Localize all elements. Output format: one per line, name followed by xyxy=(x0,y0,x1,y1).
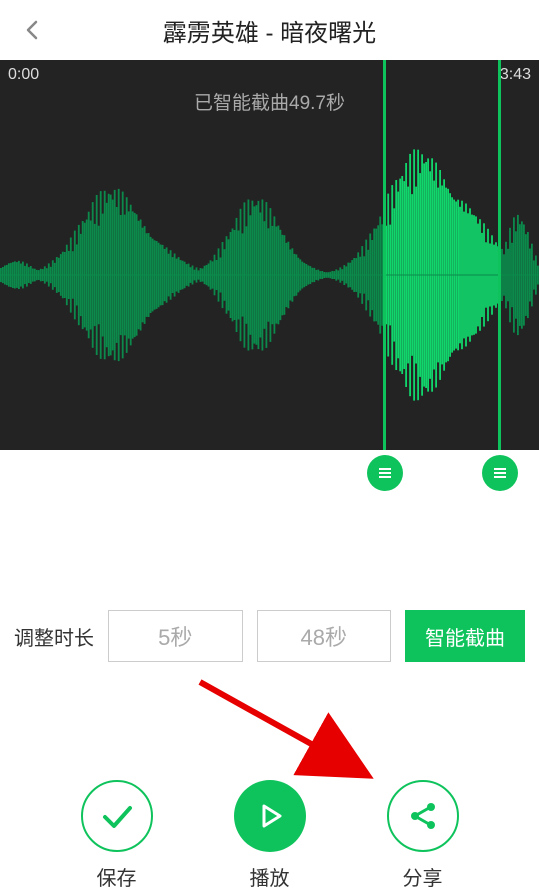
trim-handle-right[interactable] xyxy=(482,455,518,491)
selection-marker-right xyxy=(498,60,501,450)
save-label: 保存 xyxy=(97,862,137,891)
trim-handle-left[interactable] xyxy=(367,455,403,491)
share-button[interactable]: 分享 xyxy=(387,780,459,891)
check-icon xyxy=(81,780,153,852)
waveform-panel[interactable]: 0:00 3:43 已智能截曲49.7秒 xyxy=(0,60,539,450)
duration-label: 调整时长 xyxy=(14,622,94,651)
waveform-visual xyxy=(0,110,539,440)
selection-marker-left xyxy=(383,60,386,450)
page-title: 霹雳英雄 - 暗夜曙光 xyxy=(0,13,539,48)
grip-icon xyxy=(376,464,394,482)
save-button[interactable]: 保存 xyxy=(81,780,153,891)
smart-trim-button[interactable]: 智能截曲 xyxy=(405,610,525,662)
grip-icon xyxy=(491,464,509,482)
duration-max-input[interactable]: 48秒 xyxy=(257,610,392,662)
share-label: 分享 xyxy=(403,862,443,891)
play-button[interactable]: 播放 xyxy=(234,780,306,891)
play-label: 播放 xyxy=(250,862,290,891)
play-icon xyxy=(234,780,306,852)
action-row: 保存 播放 分享 xyxy=(0,780,539,891)
duration-min-input[interactable]: 5秒 xyxy=(108,610,243,662)
chevron-left-icon xyxy=(20,18,44,42)
time-end-label: 3:43 xyxy=(500,66,531,84)
share-icon xyxy=(387,780,459,852)
duration-row: 调整时长 5秒 48秒 智能截曲 xyxy=(0,610,539,662)
time-start-label: 0:00 xyxy=(8,66,39,84)
back-button[interactable] xyxy=(20,18,44,42)
annotation-arrow xyxy=(190,670,380,790)
header: 霹雳英雄 - 暗夜曙光 xyxy=(0,0,539,60)
